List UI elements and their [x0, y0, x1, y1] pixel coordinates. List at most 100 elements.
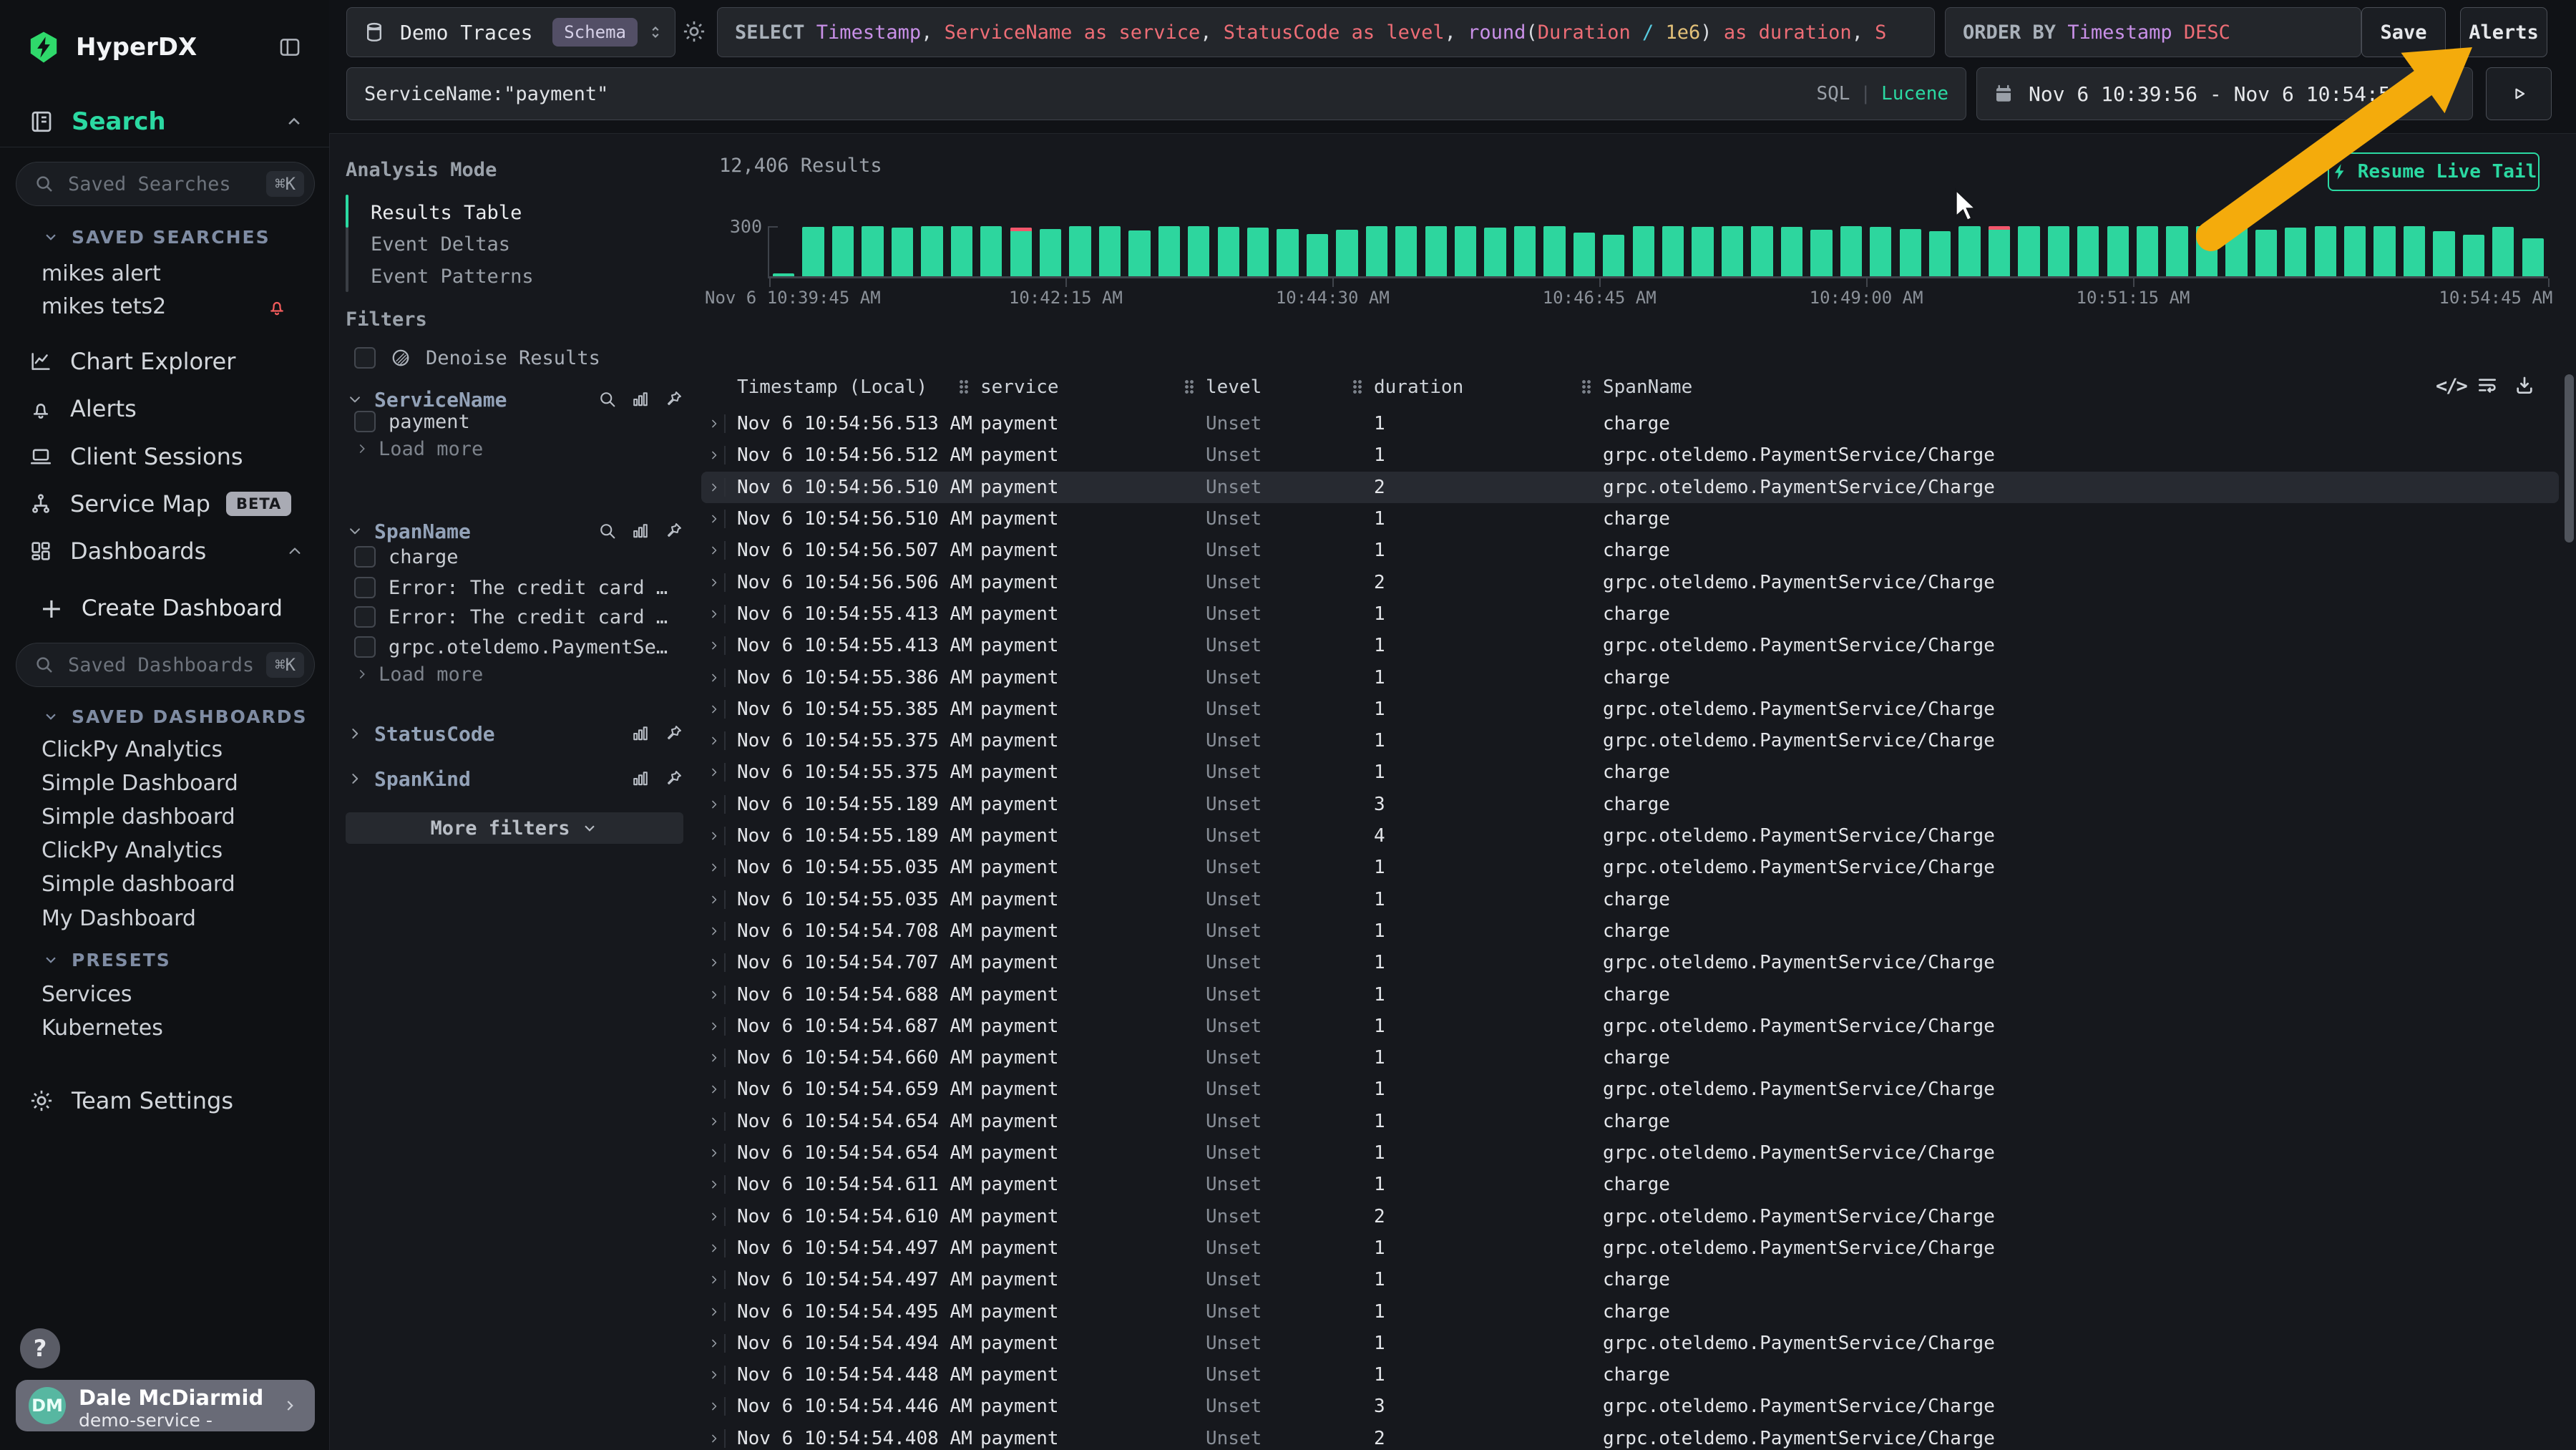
- saved-dashboards-input[interactable]: Saved Dashboards ⌘K: [16, 643, 315, 687]
- bar-chart-icon[interactable]: [630, 769, 650, 789]
- table-row[interactable]: Nov 6 10:54:54.654 AMpaymentUnset1grpc.o…: [701, 1137, 2562, 1169]
- histogram-bar[interactable]: [2166, 226, 2187, 276]
- time-range-picker[interactable]: Nov 6 10:39:56 - Nov 6 10:54:56: [1976, 67, 2473, 120]
- table-row[interactable]: Nov 6 10:54:55.189 AMpaymentUnset3charge: [701, 789, 2562, 820]
- saved-dashboard-item[interactable]: My Dashboard: [42, 902, 288, 935]
- expand-row-icon[interactable]: [707, 1082, 721, 1096]
- table-row[interactable]: Nov 6 10:54:56.510 AMpaymentUnset1charge: [701, 503, 2562, 535]
- histogram-bar[interactable]: [802, 227, 824, 276]
- filter-group-statuscode[interactable]: StatusCode: [346, 719, 683, 748]
- saved-searches-heading[interactable]: SAVED SEARCHES: [0, 225, 329, 249]
- expand-row-icon[interactable]: [707, 1241, 721, 1255]
- histogram-bar[interactable]: [1336, 230, 1357, 276]
- denoise-results-toggle[interactable]: Denoise Results: [354, 345, 600, 371]
- expand-row-icon[interactable]: [707, 1368, 721, 1382]
- analysis-mode-event-patterns[interactable]: Event Patterns: [371, 261, 534, 292]
- table-row[interactable]: Nov 6 10:54:55.413 AMpaymentUnset1grpc.o…: [701, 630, 2562, 661]
- table-row[interactable]: Nov 6 10:54:56.513 AMpaymentUnset1charge: [701, 408, 2562, 439]
- histogram-bar[interactable]: [2373, 226, 2395, 276]
- histogram-bar[interactable]: [2107, 226, 2129, 276]
- histogram-bar[interactable]: [1870, 227, 1891, 276]
- histogram-bar[interactable]: [1751, 226, 1772, 276]
- table-row[interactable]: Nov 6 10:54:56.507 AMpaymentUnset1charge: [701, 535, 2562, 566]
- chevron-down-icon[interactable]: [346, 390, 364, 409]
- expand-row-icon[interactable]: [707, 734, 721, 748]
- filter-group-spanname[interactable]: SpanName: [346, 517, 683, 545]
- bar-chart-icon[interactable]: [630, 724, 650, 744]
- histogram-bar[interactable]: [2433, 231, 2454, 276]
- histogram-bar[interactable]: [1307, 234, 1328, 276]
- expand-row-icon[interactable]: [707, 797, 721, 812]
- checkbox[interactable]: [354, 411, 376, 432]
- filter-group-spankind[interactable]: SpanKind: [346, 764, 683, 793]
- table-row[interactable]: Nov 6 10:54:55.035 AMpaymentUnset1charge: [701, 884, 2562, 915]
- histogram-bar[interactable]: [1366, 226, 1387, 276]
- checkbox[interactable]: [354, 606, 376, 628]
- table-row[interactable]: Nov 6 10:54:54.495 AMpaymentUnset1charge: [701, 1295, 2562, 1327]
- histogram-bar[interactable]: [1543, 226, 1565, 276]
- histogram-bar[interactable]: [951, 226, 972, 276]
- expand-row-icon[interactable]: [707, 1305, 721, 1319]
- presets-heading[interactable]: PRESETS: [0, 948, 329, 972]
- expand-row-icon[interactable]: [707, 765, 721, 779]
- histogram-bar[interactable]: [1395, 226, 1417, 276]
- column-header-spanname[interactable]: SpanName: [1603, 376, 1692, 398]
- analysis-mode-results-table[interactable]: Results Table: [371, 197, 522, 228]
- histogram-bar[interactable]: [892, 228, 913, 276]
- chevron-up-icon[interactable]: [285, 541, 305, 561]
- user-menu[interactable]: DM Dale McDiarmid demo-service -: [16, 1380, 315, 1431]
- histogram-bar[interactable]: [2522, 238, 2544, 276]
- histogram-bar[interactable]: [1662, 226, 1684, 276]
- sidebar-item-chart-explorer[interactable]: Chart Explorer: [0, 338, 329, 385]
- expand-row-icon[interactable]: [707, 543, 721, 558]
- expand-row-icon[interactable]: [707, 892, 721, 907]
- histogram-bar[interactable]: [1574, 233, 1595, 277]
- histogram-bar[interactable]: [1603, 235, 1624, 276]
- table-row[interactable]: Nov 6 10:54:55.035 AMpaymentUnset1grpc.o…: [701, 852, 2562, 883]
- sql-select-input[interactable]: SELECT Timestamp, ServiceName as service…: [717, 7, 1935, 57]
- table-row[interactable]: Nov 6 10:54:54.708 AMpaymentUnset1charge: [701, 915, 2562, 947]
- histogram-bar[interactable]: [1722, 226, 1743, 276]
- bar-chart-icon[interactable]: [630, 389, 650, 409]
- histogram-bar[interactable]: [2018, 226, 2039, 276]
- expand-row-icon[interactable]: [707, 512, 721, 526]
- saved-dashboard-item[interactable]: ClickPy Analytics: [42, 733, 288, 766]
- table-row[interactable]: Nov 6 10:54:54.687 AMpaymentUnset1grpc.o…: [701, 1011, 2562, 1042]
- order-by-input[interactable]: ORDER BY Timestamp DESC: [1945, 7, 2361, 57]
- histogram-bar[interactable]: [1958, 226, 1980, 276]
- expand-row-icon[interactable]: [707, 448, 721, 462]
- histogram-bar[interactable]: [1900, 229, 1921, 276]
- table-row[interactable]: Nov 6 10:54:56.506 AMpaymentUnset2grpc.o…: [701, 567, 2562, 598]
- histogram-bar[interactable]: [862, 226, 883, 276]
- filter-value-row[interactable]: grpc.oteldemo.PaymentSe…: [354, 633, 675, 661]
- expand-row-icon[interactable]: [707, 1019, 721, 1033]
- histogram-bar[interactable]: [1989, 226, 2010, 276]
- table-row[interactable]: Nov 6 10:54:56.510 AMpaymentUnset2grpc.o…: [701, 472, 2559, 503]
- expand-row-icon[interactable]: [707, 575, 721, 590]
- histogram-bar[interactable]: [2404, 226, 2425, 276]
- download-icon[interactable]: [2513, 374, 2536, 396]
- histogram-bar[interactable]: [2225, 226, 2247, 276]
- expand-row-icon[interactable]: [707, 1399, 721, 1413]
- histogram-bar[interactable]: [2315, 226, 2336, 276]
- pin-icon[interactable]: [663, 769, 683, 789]
- histogram-bar[interactable]: [1840, 226, 1862, 276]
- language-toggle-sql[interactable]: SQL: [1816, 83, 1850, 104]
- expand-row-icon[interactable]: [707, 702, 721, 716]
- pin-icon[interactable]: [663, 724, 683, 744]
- saved-searches-input[interactable]: Saved Searches ⌘K: [16, 162, 315, 206]
- histogram-bar[interactable]: [2255, 230, 2277, 276]
- language-toggle-lucene[interactable]: Lucene: [1881, 83, 1948, 104]
- histogram-bar[interactable]: [832, 226, 854, 276]
- scrollbar-thumb[interactable]: [2565, 374, 2574, 542]
- search-icon[interactable]: [597, 389, 618, 409]
- histogram-bar[interactable]: [1514, 226, 1536, 276]
- filter-value-row[interactable]: Error: The credit card …: [354, 603, 675, 631]
- help-button[interactable]: ?: [20, 1328, 60, 1368]
- histogram-bar[interactable]: [1455, 226, 1476, 276]
- expand-row-icon[interactable]: [707, 1210, 721, 1224]
- saved-search-item[interactable]: mikes alert: [42, 257, 288, 290]
- table-row[interactable]: Nov 6 10:54:54.660 AMpaymentUnset1charge: [701, 1042, 2562, 1074]
- table-row[interactable]: Nov 6 10:54:54.497 AMpaymentUnset1grpc.o…: [701, 1232, 2562, 1264]
- create-dashboard-button[interactable]: + Create Dashboard: [0, 591, 329, 626]
